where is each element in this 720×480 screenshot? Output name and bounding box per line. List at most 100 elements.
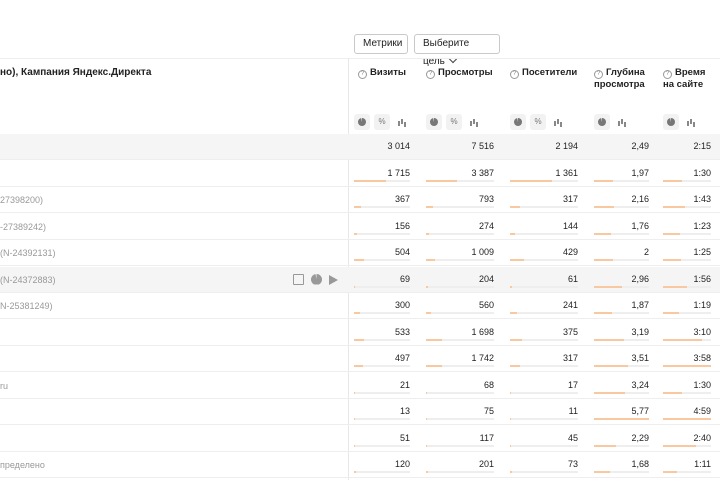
bar-chart-icon[interactable] <box>394 114 410 130</box>
row-label: ru <box>0 380 9 391</box>
percent-icon[interactable]: % <box>530 114 546 130</box>
cell-bar <box>663 391 682 394</box>
column-header-visitors[interactable]: ? Посетители <box>510 67 577 79</box>
cell-bar-track <box>426 338 494 341</box>
table-row[interactable]: (N-24372883) 69 204 61 2,96 1:56 <box>0 266 720 293</box>
cell-bar-track <box>510 338 578 341</box>
cell-bar-track <box>663 444 711 447</box>
cell-bar <box>354 391 355 394</box>
play-icon[interactable] <box>329 274 338 285</box>
cell-visits: 13 <box>399 406 410 416</box>
column-header-label: Глубина <box>606 67 645 78</box>
cell-bar-track <box>663 179 711 182</box>
table-row[interactable]: (N-24392131) 504 1 009 429 2 1:25 <box>0 240 720 266</box>
row-label: пределено <box>0 460 45 470</box>
metrics-button[interactable]: Метрики <box>354 34 408 54</box>
dimension-header[interactable]: но), Кампания Яндекс.Директа <box>0 67 151 78</box>
cell-bar <box>354 312 360 314</box>
cell-bar <box>354 365 363 367</box>
help-icon[interactable]: ? <box>358 70 367 79</box>
cell-bar <box>663 338 703 341</box>
column-header-time[interactable]: ? Время на сайте <box>663 67 705 90</box>
table-row[interactable]: 533 1 698 375 3,19 3:10 <box>0 320 720 346</box>
save-icon[interactable] <box>293 273 304 285</box>
table-row[interactable]: ru 21 68 17 3,24 1:30 <box>0 373 720 399</box>
cell-time: 3:58 <box>693 353 711 363</box>
bar-chart-icon[interactable] <box>550 114 566 130</box>
cell-bar-track <box>426 285 494 288</box>
percent-icon[interactable]: % <box>374 114 390 130</box>
cell-bar <box>354 471 357 473</box>
pie-chart-icon[interactable] <box>594 114 610 130</box>
table-row[interactable]: 51 117 45 2,29 2:40 <box>0 426 720 452</box>
column-header-label: Просмотры <box>438 67 493 78</box>
cell-bar <box>510 391 511 394</box>
row-label: -27389242) <box>0 221 47 232</box>
cell-bar <box>354 232 357 235</box>
cell-bar <box>510 471 513 473</box>
cell-bar <box>594 259 614 261</box>
table-row[interactable]: -27389242) 156 274 144 1,76 1:23 <box>0 214 720 240</box>
cell-bar <box>426 259 435 261</box>
table-row[interactable]: пределено 120 201 73 1,68 1:11 <box>0 452 720 478</box>
cell-bar <box>426 338 442 341</box>
bar-chart-icon[interactable] <box>466 114 482 130</box>
cell-bar <box>354 338 365 341</box>
bar-chart-icon[interactable] <box>614 114 630 130</box>
cell-depth: 3,51 <box>631 353 649 363</box>
cell-bar-track <box>510 391 578 394</box>
cell-views: 560 <box>478 300 494 310</box>
pie-chart-icon[interactable] <box>426 114 442 130</box>
cell-depth: 3,19 <box>631 326 649 337</box>
cell-time: 1:56 <box>693 273 711 284</box>
cell-bar-track <box>426 259 494 261</box>
table-header: но), Кампания Яндекс.Директа ? Визиты%? Пр… <box>0 58 720 135</box>
help-icon[interactable]: ? <box>510 70 519 79</box>
total-row[interactable]: 3 014 7 516 2 194 2,49 2:15 <box>0 134 720 160</box>
pie-chart-icon[interactable] <box>510 114 526 130</box>
cell-visitors: 73 <box>567 459 578 469</box>
table-row[interactable]: 13 75 11 5,77 4:59 <box>0 399 720 425</box>
cell-depth: 2,96 <box>631 273 649 284</box>
pie-chart-icon[interactable] <box>663 114 679 130</box>
bar-chart-icon[interactable] <box>683 114 699 130</box>
cell-views: 274 <box>478 220 494 231</box>
column-header-visits[interactable]: ? Визиты <box>358 67 406 79</box>
cell-bar <box>354 444 356 447</box>
cell-bar <box>594 232 611 235</box>
cell-depth: 1,76 <box>631 220 649 231</box>
cell-bar <box>663 444 697 447</box>
cell-visits: 533 <box>394 326 410 337</box>
percent-icon[interactable]: % <box>446 114 462 130</box>
help-icon[interactable]: ? <box>594 70 603 79</box>
cell-bar-track <box>510 471 578 473</box>
cell-bar <box>426 418 427 420</box>
cell-bar <box>663 206 685 208</box>
table-row[interactable]: 27398200) 367 793 317 2,16 1:43 <box>0 187 720 213</box>
cell-visitors: 429 <box>562 247 578 257</box>
pie-chart-icon[interactable] <box>354 114 370 130</box>
cell-bar <box>594 471 610 473</box>
cell-bar-track <box>594 365 649 367</box>
pie-chart-icon[interactable] <box>311 273 322 285</box>
cell-time: 1:43 <box>693 194 711 204</box>
help-icon[interactable]: ? <box>663 70 672 79</box>
goal-select[interactable]: Выберите цель <box>414 34 500 67</box>
cell-bar <box>594 312 612 314</box>
cell-bar-track <box>594 259 649 261</box>
cell-bar <box>426 179 457 182</box>
cell-visits: 120 <box>394 459 410 469</box>
cell-bar-track <box>510 259 578 261</box>
cell-bar <box>426 471 429 473</box>
cell-bar <box>510 338 522 341</box>
column-header-depth[interactable]: ? Глубина просмотра <box>594 67 645 90</box>
help-icon[interactable]: ? <box>426 70 435 79</box>
table-row[interactable]: 497 1 742 317 3,51 3:58 <box>0 346 720 372</box>
cell-visitors: 375 <box>562 326 578 337</box>
cell-bar-track <box>663 338 711 341</box>
column-header-views[interactable]: ? Просмотры <box>426 67 493 79</box>
table-row[interactable]: N-25381249) 300 560 241 1,87 1:19 <box>0 293 720 319</box>
cell-bar-track <box>426 232 494 235</box>
table-row[interactable]: 1 715 3 387 1 361 1,97 1:30 <box>0 161 720 187</box>
cell-visitors: 11 <box>568 406 578 416</box>
